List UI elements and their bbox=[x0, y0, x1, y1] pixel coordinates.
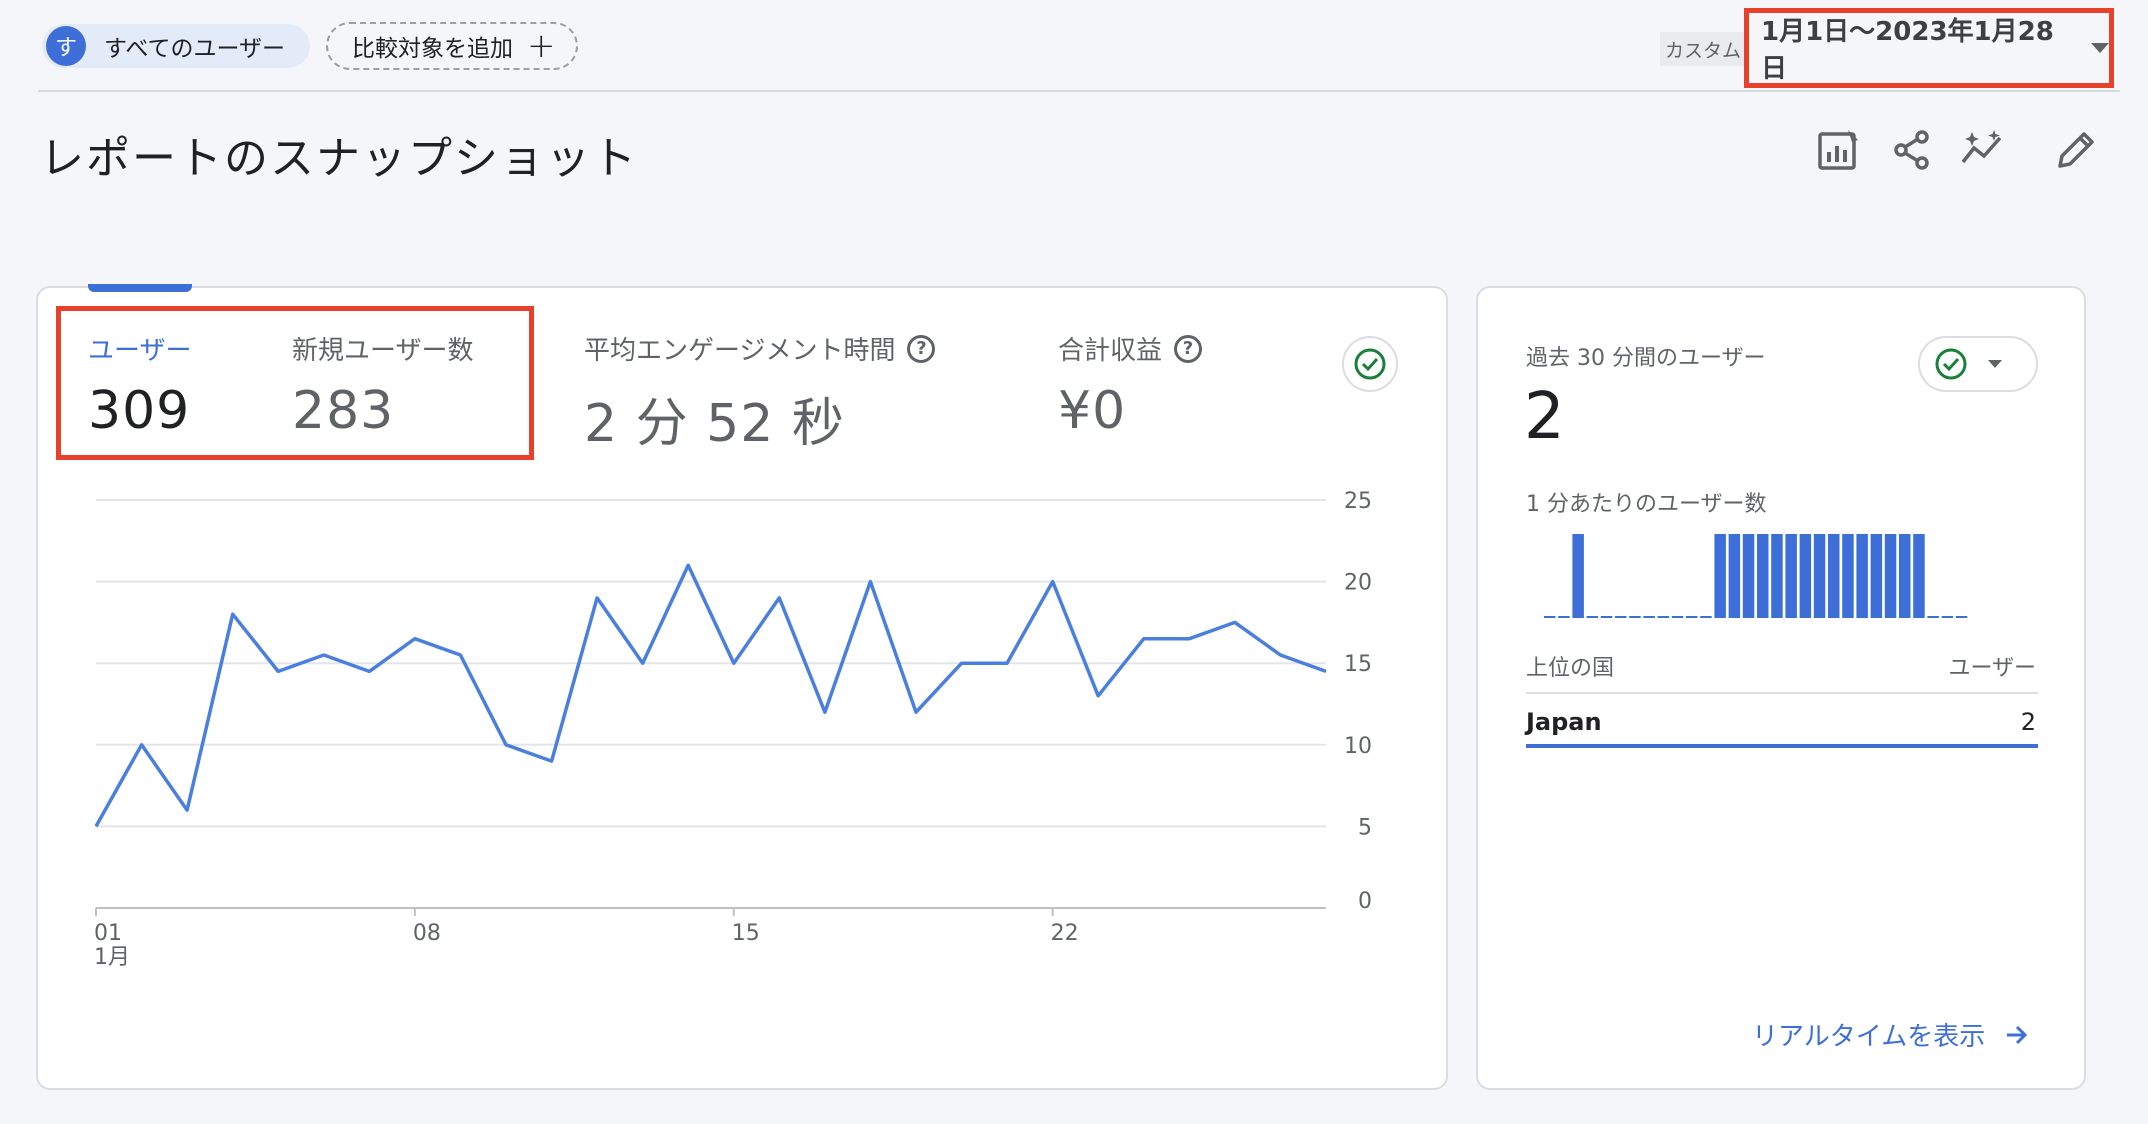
per-minute-bar bbox=[1913, 534, 1925, 618]
realtime-card bbox=[1476, 286, 2086, 1090]
arrow-right-icon bbox=[2007, 1025, 2028, 1044]
per-minute-bar bbox=[1799, 534, 1812, 618]
view-realtime-label: リアルタイムを表示 bbox=[1752, 1022, 1986, 1052]
user-segment-chip[interactable]: す すべてのユーザー bbox=[42, 24, 310, 68]
per-minute-bar bbox=[1544, 616, 1556, 618]
country-name: Japan bbox=[1526, 708, 1602, 736]
x-tick-label: 01 bbox=[94, 921, 122, 946]
per-minute-bar bbox=[1785, 534, 1797, 618]
country-share-bar bbox=[1526, 744, 2038, 748]
per-minute-bar bbox=[1586, 616, 1599, 618]
y-tick-label: 25 bbox=[1344, 489, 1372, 514]
customize-report-icon[interactable] bbox=[1816, 128, 1860, 172]
help-icon[interactable]: ? bbox=[907, 334, 936, 363]
metric-value: 2 分 52 秒 bbox=[584, 394, 845, 454]
per-minute-bar bbox=[1615, 616, 1627, 618]
country-column-header: 上位の国 bbox=[1526, 656, 1615, 681]
per-minute-bar bbox=[1941, 616, 1954, 618]
page-title: レポートのスナップショット bbox=[40, 133, 638, 184]
edit-icon[interactable] bbox=[2054, 128, 2098, 172]
segment-label: すべてのユーザー bbox=[104, 36, 286, 62]
per-minute-bar bbox=[1558, 616, 1570, 618]
per-minute-bar bbox=[1899, 534, 1911, 618]
y-tick-label: 20 bbox=[1344, 571, 1372, 596]
x-tick-label: 15 bbox=[732, 921, 760, 946]
realtime-check-dropdown[interactable] bbox=[1918, 336, 2038, 392]
per-minute-bar bbox=[1700, 616, 1712, 618]
per-minute-bar bbox=[1884, 534, 1897, 618]
metric-total-revenue[interactable]: 合計収益 ? ¥0 bbox=[1058, 330, 1203, 441]
insights-icon[interactable] bbox=[1960, 128, 2004, 172]
date-mode-label: カスタム bbox=[1660, 32, 1746, 66]
per-minute-bar bbox=[1757, 534, 1769, 618]
x-tick-label: 08 bbox=[413, 921, 441, 946]
realtime-user-count: 2 bbox=[1524, 380, 1565, 454]
per-minute-bar bbox=[1671, 616, 1684, 618]
per-minute-label: 1 分あたりのユーザー数 bbox=[1526, 492, 1767, 517]
per-minute-bar bbox=[1629, 616, 1641, 618]
per-minute-bar bbox=[1728, 534, 1741, 618]
per-minute-bar bbox=[1771, 534, 1783, 618]
metric-label: 合計収益 bbox=[1058, 336, 1163, 366]
date-range-picker[interactable]: 1月1日〜2023年1月28日 bbox=[1744, 8, 2114, 88]
per-minute-bar bbox=[1600, 616, 1613, 618]
plus-icon: + bbox=[527, 26, 556, 66]
share-icon[interactable] bbox=[1890, 128, 1934, 172]
per-minute-bar bbox=[1927, 616, 1939, 618]
per-minute-bar bbox=[1870, 534, 1883, 618]
per-minute-bar bbox=[1828, 534, 1840, 618]
users-line-chart: 0 5 10 15 20 25 01 08 15 22 1月 bbox=[94, 489, 1372, 970]
selected-metric-indicator bbox=[88, 284, 192, 292]
check-circle-icon bbox=[1935, 348, 1967, 380]
per-minute-bar bbox=[1686, 616, 1698, 618]
per-minute-bar bbox=[1955, 616, 1968, 618]
country-users: 2 bbox=[2020, 708, 2036, 736]
metric-value: ¥0 bbox=[1058, 381, 1127, 441]
metric-avg-engagement[interactable]: 平均エンゲージメント時間 ? 2 分 52 秒 bbox=[584, 330, 936, 456]
view-realtime-link[interactable]: リアルタイムを表示 bbox=[1752, 1016, 2031, 1053]
per-minute-bar bbox=[1813, 534, 1826, 618]
per-minute-bar bbox=[1856, 534, 1868, 618]
per-minute-bar bbox=[1657, 616, 1670, 618]
segment-avatar: す bbox=[46, 26, 86, 66]
realtime-title: 過去 30 分間のユーザー bbox=[1526, 346, 1766, 371]
y-tick-label: 5 bbox=[1358, 815, 1372, 840]
help-icon[interactable]: ? bbox=[1174, 334, 1203, 363]
y-tick-label: 10 bbox=[1344, 734, 1372, 759]
add-comparison-button[interactable]: 比較対象を追加 + bbox=[326, 22, 578, 70]
y-tick-label: 15 bbox=[1344, 652, 1372, 677]
per-minute-bar bbox=[1714, 534, 1726, 618]
per-minute-bar-chart bbox=[1544, 534, 1968, 618]
date-range-text: 1月1日〜2023年1月28日 bbox=[1761, 17, 2054, 84]
per-minute-bar bbox=[1643, 616, 1655, 618]
y-tick-label: 0 bbox=[1358, 889, 1372, 914]
chevron-down-icon bbox=[2091, 43, 2109, 53]
chevron-down-icon bbox=[1988, 360, 2002, 368]
users-column-header: ユーザー bbox=[1948, 656, 2036, 681]
add-comparison-label: 比較対象を追加 bbox=[352, 36, 513, 62]
x-tick-sublabel: 1月 bbox=[94, 945, 130, 970]
check-circle-icon bbox=[1354, 348, 1386, 380]
per-minute-bar bbox=[1742, 534, 1755, 618]
data-quality-check-button[interactable] bbox=[1342, 336, 1398, 392]
series-line-users bbox=[94, 563, 1327, 828]
table-divider bbox=[1526, 692, 2038, 694]
per-minute-bar bbox=[1842, 534, 1854, 618]
annotation-highlight-box bbox=[56, 306, 534, 460]
metric-label: 平均エンゲージメント時間 bbox=[584, 336, 896, 366]
x-tick-label: 22 bbox=[1051, 921, 1079, 946]
per-minute-bar bbox=[1572, 534, 1584, 618]
